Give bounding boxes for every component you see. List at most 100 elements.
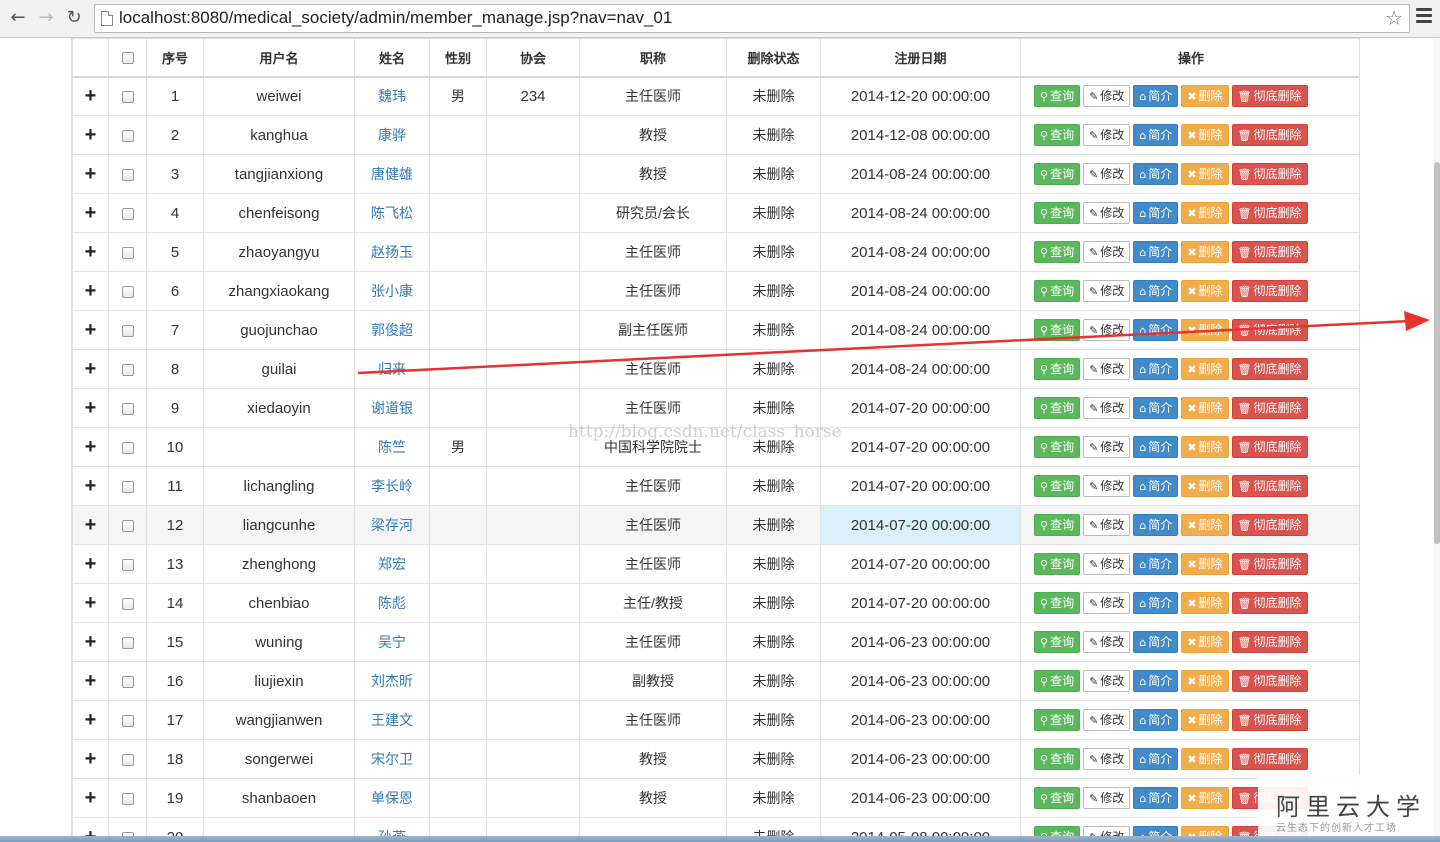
star-icon[interactable]: ☆ [1385,7,1403,29]
intro-button[interactable]: ⌂简介 [1133,202,1179,224]
expand-plus-icon[interactable]: + [85,436,97,458]
intro-button[interactable]: ⌂简介 [1133,631,1179,653]
select-cell[interactable] [108,310,147,350]
row-checkbox[interactable] [121,129,134,142]
table-row[interactable]: +19 shanbaoen 单保恩 教授 未删除 2014-06-23 00:00:00 ⚲… [72,778,1359,818]
query-button[interactable]: ⚲查询 [1034,397,1081,419]
intro-button[interactable]: ⌂简介 [1133,124,1179,146]
name-cell[interactable]: 郑宏 [354,544,430,584]
table-row[interactable]: +5 zhaoyangyu 赵扬玉 主任医师 未删除 2014-08-24 00:00:0… [72,232,1359,272]
header-gender[interactable]: 性别 [429,38,487,78]
select-cell[interactable] [108,349,147,389]
intro-button[interactable]: ⌂简介 [1133,748,1179,770]
purge-button[interactable]: 🗑彻底删除 [1231,358,1308,380]
purge-button[interactable]: 🗑彻底删除 [1231,553,1308,575]
edit-button[interactable]: ✎修改 [1083,241,1131,263]
edit-button[interactable]: ✎修改 [1083,319,1131,341]
intro-button[interactable]: ⌂简介 [1133,709,1179,731]
hamburger-menu-icon[interactable] [1416,8,1432,28]
row-checkbox[interactable] [121,675,134,688]
edit-button[interactable]: ✎修改 [1083,475,1131,497]
intro-button[interactable]: ⌂简介 [1133,397,1179,419]
purge-button[interactable]: 🗑彻底删除 [1231,748,1308,770]
expand-plus-icon[interactable]: + [85,670,97,692]
purge-button[interactable]: 🗑彻底删除 [1231,124,1308,146]
select-cell[interactable] [108,76,147,116]
delete-button[interactable]: ✖删除 [1181,631,1229,653]
select-cell[interactable] [108,505,147,545]
row-checkbox[interactable] [121,324,134,337]
expand-cell[interactable]: + [72,115,109,155]
intro-button[interactable]: ⌂简介 [1133,85,1179,108]
expand-plus-icon[interactable]: + [85,787,97,809]
row-checkbox[interactable] [121,363,134,376]
table-row[interactable]: +8 guilai 归来 主任医师 未删除 2014-08-24 00:00:00 ⚲ 查询 ✎… [72,349,1359,389]
name-cell[interactable]: 宋尔卫 [354,739,430,779]
edit-button[interactable]: ✎修改 [1083,85,1131,108]
expand-plus-icon[interactable]: + [85,163,97,185]
table-row[interactable]: +11 lichangling 李长岭 主任医师 未删除 2014-07-20 00:00… [72,466,1359,506]
delete-button[interactable]: ✖删除 [1181,358,1229,380]
table-row[interactable]: +15 wuning 吴宁 主任医师 未删除 2014-06-23 00:00:00 ⚲ 查询… [72,622,1359,662]
edit-button[interactable]: ✎修改 [1083,748,1131,770]
query-button[interactable]: ⚲查询 [1034,553,1081,575]
delete-button[interactable]: ✖删除 [1181,85,1229,108]
table-row[interactable]: +10 陈竺男中国科学院院士 未删除 2014-07-20 00:00:00 ⚲ 查询 ✎ 修… [72,427,1359,467]
delete-button[interactable]: ✖删除 [1181,202,1229,224]
intro-button[interactable]: ⌂简介 [1133,592,1179,614]
name-cell[interactable]: 魏玮 [354,76,430,116]
intro-button[interactable]: ⌂简介 [1133,358,1179,380]
back-arrow-icon[interactable]: ← [6,6,30,30]
purge-button[interactable]: 🗑彻底删除 [1231,475,1308,497]
query-button[interactable]: ⚲查询 [1034,592,1081,614]
table-row[interactable]: +14 chenbiao 陈彪 主任/教授 未删除 2014-07-20 00:00:00… [72,583,1359,623]
reload-icon[interactable]: ↻ [62,6,86,30]
query-button[interactable]: ⚲查询 [1034,202,1081,224]
delete-button[interactable]: ✖删除 [1181,397,1229,419]
expand-plus-icon[interactable]: + [85,280,97,302]
expand-cell[interactable]: + [72,76,109,116]
expand-cell[interactable]: + [72,661,109,701]
name-cell[interactable]: 张小康 [354,271,430,311]
name-cell[interactable]: 谢道银 [354,388,430,428]
expand-cell[interactable]: + [72,271,109,311]
name-cell[interactable]: 赵扬玉 [354,232,430,272]
edit-button[interactable]: ✎修改 [1083,358,1131,380]
select-cell[interactable] [108,427,147,467]
purge-button[interactable]: 🗑彻底删除 [1231,163,1308,185]
select-cell[interactable] [108,661,147,701]
table-row[interactable]: +16 liujiexin 刘杰昕 副教授 未删除 2014-06-23 00:00:00… [72,661,1359,701]
purge-button[interactable]: 🗑彻底删除 [1231,241,1308,263]
select-cell[interactable] [108,583,147,623]
query-button[interactable]: ⚲查询 [1034,787,1081,809]
query-button[interactable]: ⚲查询 [1034,514,1081,536]
expand-cell[interactable]: + [72,193,109,233]
query-button[interactable]: ⚲查询 [1034,436,1081,458]
name-cell[interactable]: 单保恩 [354,778,430,818]
delete-button[interactable]: ✖删除 [1181,670,1229,692]
expand-cell[interactable]: + [72,154,109,194]
expand-plus-icon[interactable]: + [85,553,97,575]
row-checkbox[interactable] [121,246,134,259]
delete-button[interactable]: ✖删除 [1181,436,1229,458]
table-row[interactable]: +6 zhangxiaokang 张小康 主任医师 未删除 2014-08-24 00:0… [72,271,1359,311]
table-row[interactable]: +1 weiwei 魏玮男 234 主任医师 未删除 2014-12-20 00:00:00… [72,76,1359,116]
name-cell[interactable]: 吴宁 [354,622,430,662]
row-checkbox[interactable] [121,519,134,532]
expand-plus-icon[interactable]: + [85,397,97,419]
query-button[interactable]: ⚲查询 [1034,631,1081,653]
expand-cell[interactable]: + [72,544,109,584]
select-cell[interactable] [108,154,147,194]
intro-button[interactable]: ⌂简介 [1133,553,1179,575]
select-cell[interactable] [108,544,147,584]
edit-button[interactable]: ✎修改 [1083,202,1131,224]
header-association[interactable]: 协会 [486,38,580,78]
edit-button[interactable]: ✎修改 [1083,670,1131,692]
edit-button[interactable]: ✎修改 [1083,709,1131,731]
expand-plus-icon[interactable]: + [85,592,97,614]
delete-button[interactable]: ✖删除 [1181,787,1229,809]
intro-button[interactable]: ⌂简介 [1133,319,1179,341]
header-seq[interactable]: 序号 [146,38,204,78]
intro-button[interactable]: ⌂简介 [1133,787,1179,809]
purge-button[interactable]: 🗑彻底删除 [1231,592,1308,614]
